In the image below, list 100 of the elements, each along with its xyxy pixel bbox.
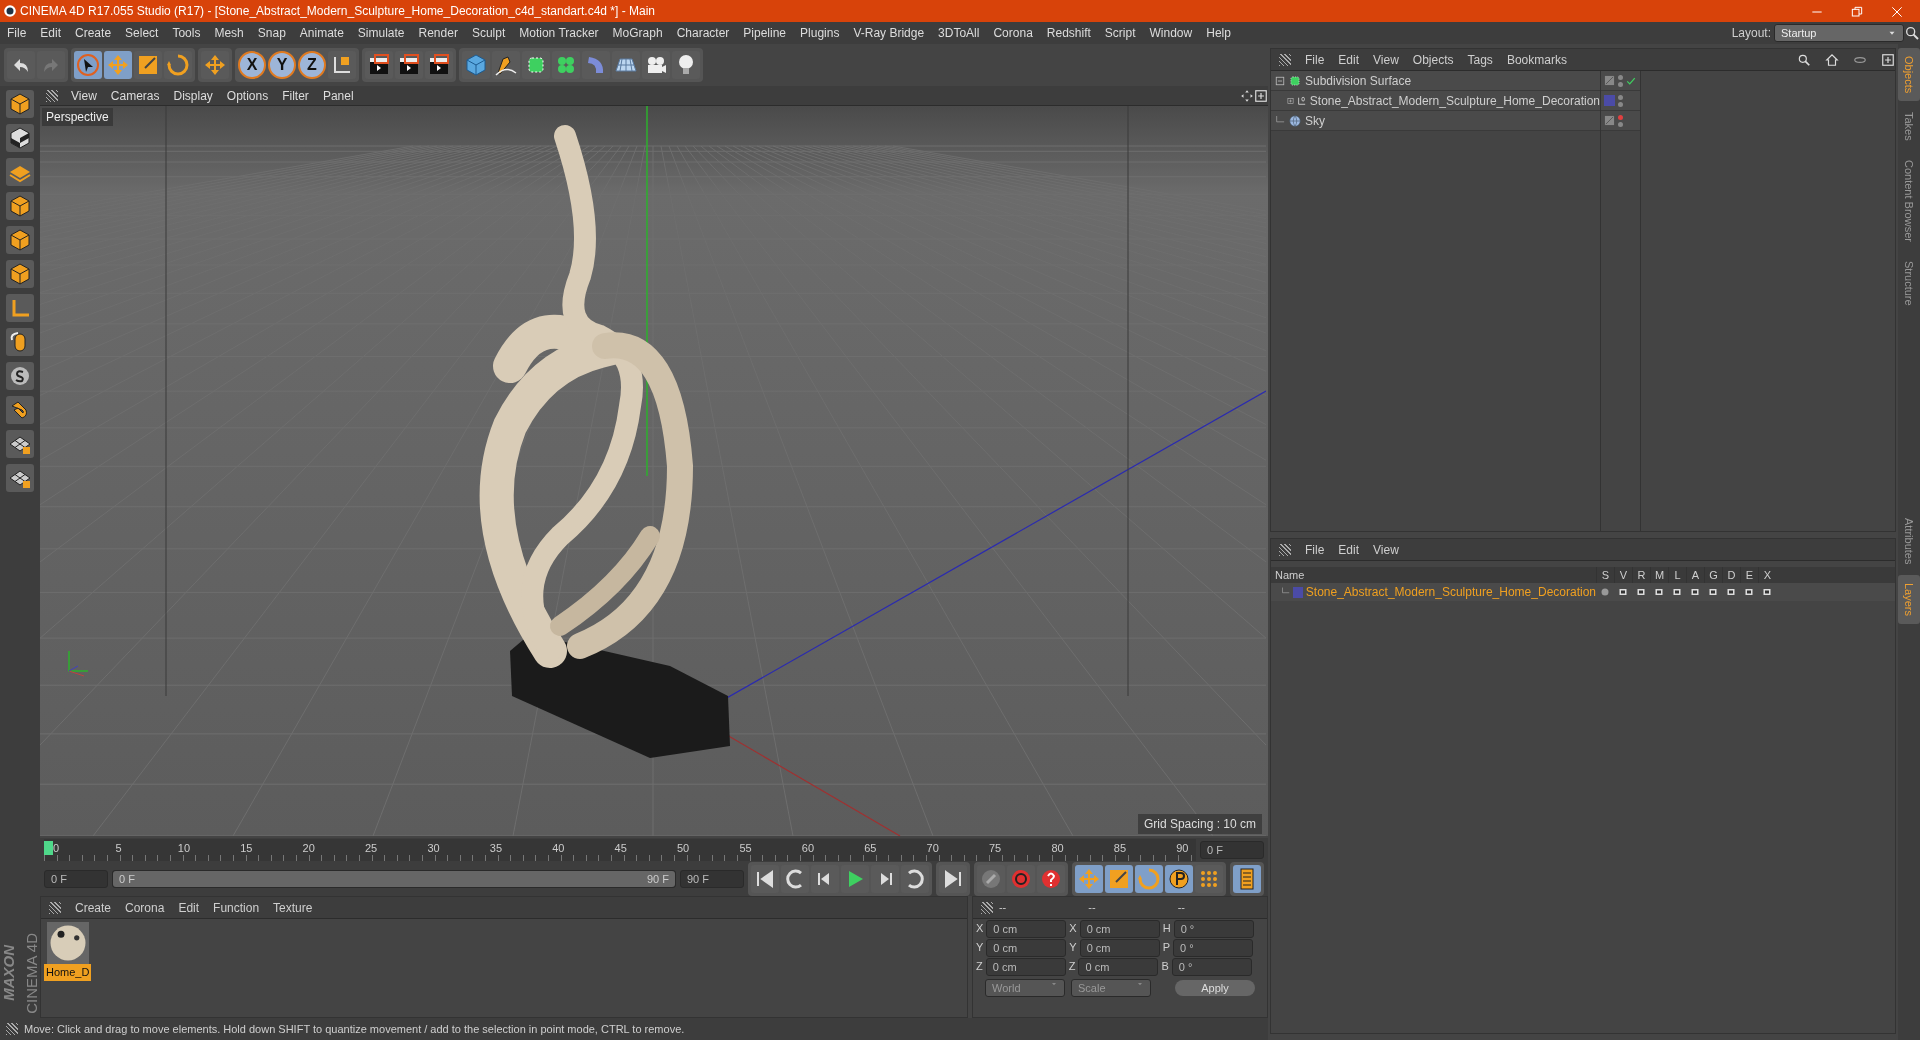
menu-item[interactable]: View bbox=[1373, 50, 1399, 69]
menu-item[interactable]: Filter bbox=[275, 86, 316, 105]
pen-icon[interactable] bbox=[494, 53, 518, 77]
pointer-icon[interactable] bbox=[76, 53, 100, 77]
menu-item[interactable]: Snap bbox=[250, 24, 293, 42]
menu-item[interactable]: Edit bbox=[33, 24, 69, 42]
render-view-icon[interactable] bbox=[367, 53, 391, 77]
menu-item[interactable]: File bbox=[0, 24, 34, 42]
menu-item[interactable]: Create bbox=[68, 24, 119, 42]
solo-dot-icon[interactable] bbox=[1599, 586, 1611, 598]
search-icon[interactable] bbox=[1904, 25, 1920, 41]
menu-item[interactable]: Plugins bbox=[793, 24, 847, 42]
coordinate-field[interactable]: 0 ° bbox=[1171, 957, 1252, 976]
menu-item[interactable]: Panel bbox=[315, 86, 361, 105]
menu-item[interactable]: Redshift bbox=[1039, 24, 1098, 42]
range-slider[interactable]: 0 F 90 F bbox=[113, 871, 675, 887]
menu-item[interactable]: Window bbox=[1142, 24, 1200, 42]
coordinate-field[interactable]: 0 ° bbox=[1173, 938, 1254, 957]
menu-item[interactable]: Simulate bbox=[350, 24, 412, 42]
side-tab[interactable]: Structure bbox=[1897, 253, 1920, 314]
menu-item[interactable]: 3DToAll bbox=[931, 24, 987, 42]
material-preview-icon[interactable] bbox=[46, 922, 89, 964]
material-name[interactable]: Home_D bbox=[44, 964, 92, 981]
menu-item[interactable]: Objects bbox=[1412, 50, 1454, 69]
visibility-dots[interactable] bbox=[1618, 114, 1623, 127]
end-frame-field[interactable]: 90 F bbox=[680, 870, 744, 888]
menu-item[interactable]: Display bbox=[166, 86, 220, 105]
render-settings-icon[interactable] bbox=[427, 53, 451, 77]
menu-item[interactable]: Edit bbox=[178, 898, 200, 917]
coordinate-field[interactable]: 0 ° bbox=[1173, 919, 1254, 938]
polygons-mode-icon[interactable] bbox=[8, 262, 32, 286]
visibility-dots[interactable] bbox=[1618, 74, 1623, 87]
menu-item[interactable]: Corona bbox=[125, 898, 165, 917]
menu-item[interactable]: Create bbox=[75, 898, 112, 917]
coordinate-field[interactable]: 0 cm bbox=[1078, 957, 1159, 976]
rotate-icon[interactable] bbox=[166, 53, 190, 77]
record-icon[interactable] bbox=[1009, 867, 1033, 891]
menu-item[interactable]: Motion Tracker bbox=[512, 24, 606, 42]
axis-lock-button[interactable]: X bbox=[238, 51, 266, 79]
viewport-layout-icon[interactable] bbox=[1254, 88, 1268, 103]
apply-button[interactable]: Apply bbox=[1175, 980, 1255, 996]
menu-item[interactable]: Mesh bbox=[207, 24, 251, 42]
menu-item[interactable]: Character bbox=[669, 24, 737, 42]
menu-item[interactable]: Select bbox=[118, 24, 166, 42]
points-mode-icon[interactable] bbox=[8, 194, 32, 218]
menu-item[interactable]: Sculpt bbox=[464, 24, 513, 42]
model-mode-icon[interactable] bbox=[8, 92, 32, 116]
menu-item[interactable]: File bbox=[1305, 50, 1325, 69]
search-icon[interactable] bbox=[1797, 52, 1811, 67]
axis-lock-button[interactable]: Y bbox=[268, 51, 296, 79]
snap-icon[interactable] bbox=[8, 364, 32, 388]
menu-item[interactable]: Bookmarks bbox=[1506, 50, 1567, 69]
menu-item[interactable]: MoGraph bbox=[605, 24, 670, 42]
parameter-key-icon[interactable] bbox=[1167, 867, 1191, 891]
coordinate-field[interactable]: 0 cm bbox=[986, 919, 1067, 938]
coordinate-field[interactable]: 0 cm bbox=[986, 938, 1067, 957]
menu-item[interactable]: Texture bbox=[273, 898, 313, 917]
menu-item[interactable]: View bbox=[64, 86, 104, 105]
side-tab[interactable]: Takes bbox=[1897, 104, 1920, 150]
coordinate-field[interactable]: 0 cm bbox=[985, 957, 1066, 976]
menu-item[interactable]: Options bbox=[219, 86, 276, 105]
object-row[interactable]: Sky bbox=[1271, 111, 1600, 131]
menu-item[interactable]: Pipeline bbox=[736, 24, 794, 42]
menu-item[interactable]: Corona bbox=[986, 24, 1040, 42]
menu-item[interactable]: Help bbox=[1199, 24, 1238, 42]
visibility-dots[interactable] bbox=[1618, 94, 1623, 107]
menu-item[interactable]: Script bbox=[1097, 24, 1143, 42]
coordinate-field[interactable]: 0 cm bbox=[1079, 938, 1160, 957]
menu-item[interactable]: Tools bbox=[165, 24, 208, 42]
edges-mode-icon[interactable] bbox=[8, 228, 32, 252]
current-frame-field[interactable]: 0 F bbox=[1200, 841, 1264, 859]
start-frame-field[interactable]: 0 F bbox=[44, 870, 108, 888]
navigate-icon[interactable] bbox=[1240, 88, 1254, 103]
menu-item[interactable]: Tags bbox=[1467, 50, 1493, 69]
menu-item[interactable]: V-Ray Bridge bbox=[846, 24, 932, 42]
menu-item[interactable]: Edit bbox=[1338, 540, 1360, 559]
texture-mode-icon[interactable] bbox=[8, 126, 32, 150]
menu-item[interactable]: Cameras bbox=[103, 86, 167, 105]
side-tab[interactable]: Content Browser bbox=[1897, 152, 1920, 250]
menu-item[interactable]: File bbox=[1305, 540, 1325, 559]
axis-lock-button[interactable]: Z bbox=[298, 51, 326, 79]
scale-key-icon[interactable] bbox=[1107, 867, 1131, 891]
collapse-icon[interactable] bbox=[1275, 75, 1285, 86]
home-icon[interactable] bbox=[1825, 52, 1839, 67]
layout-dropdown[interactable]: Startup bbox=[1774, 24, 1904, 42]
side-tab[interactable]: Attributes bbox=[1897, 509, 1920, 573]
coordinate-field[interactable]: 0 cm bbox=[1079, 919, 1160, 938]
cube-icon[interactable] bbox=[464, 53, 488, 77]
timeline-ruler[interactable]: 0 5 10 15 20 25 30 35 40 45 50 55 60 65 70 75 80 85 90 bbox=[44, 839, 1196, 861]
menu-item[interactable]: Animate bbox=[292, 24, 351, 42]
menu-item[interactable]: Function bbox=[213, 898, 260, 917]
keyframe-icon[interactable] bbox=[979, 867, 1003, 891]
expand-icon[interactable] bbox=[1287, 95, 1294, 106]
object-row[interactable]: Stone_Abstract_Modern_Sculpture_Home_Decoration bbox=[1271, 91, 1600, 111]
new-window-icon[interactable] bbox=[1881, 52, 1895, 67]
scale-icon[interactable] bbox=[136, 53, 160, 77]
menu-item[interactable]: Edit bbox=[1338, 50, 1360, 69]
menu-item[interactable]: View bbox=[1373, 540, 1399, 559]
checkmark-icon[interactable] bbox=[1626, 75, 1636, 86]
move-icon[interactable] bbox=[203, 53, 227, 77]
